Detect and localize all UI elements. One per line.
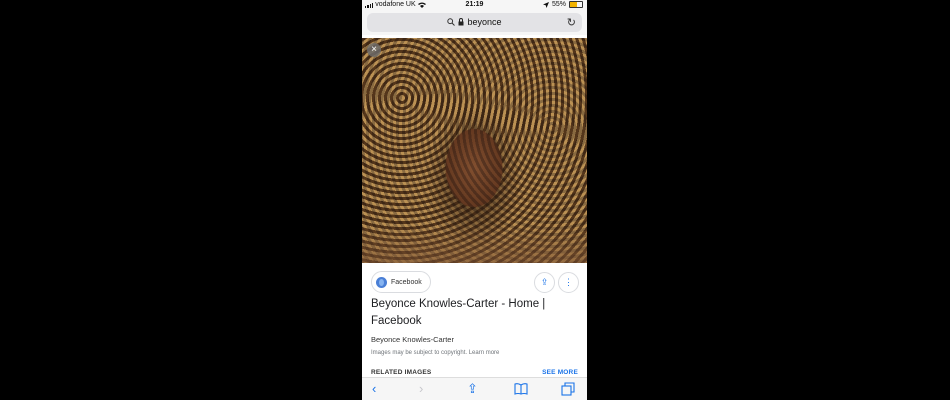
browser-toolbar: ‹ › ⇪ [362,377,587,400]
status-right: 55% [542,1,583,8]
share-button[interactable]: ⇪ [534,272,555,293]
battery-percent: 55% [551,1,566,8]
related-images-heading: RELATED IMAGES [371,369,432,376]
back-icon[interactable]: ‹ [372,382,376,395]
bookmarks-icon[interactable] [514,383,528,395]
more-icon: ⋮ [564,277,573,287]
tabs-icon[interactable] [561,382,575,396]
more-options-button[interactable]: ⋮ [558,272,579,293]
see-more-link[interactable]: SEE MORE [542,369,578,376]
address-bar-row: beyonce ↻ [362,11,587,35]
share-icon: ⇪ [540,277,549,287]
address-bar-content: beyonce [367,17,582,27]
result-subtitle: Beyonce Knowles-Carter [371,335,454,344]
globe-icon [376,276,387,288]
location-icon [542,1,549,8]
close-icon[interactable]: × [367,43,381,57]
reload-icon[interactable]: ↻ [567,16,576,29]
result-title[interactable]: Beyonce Knowles-Carter - Home | Facebook [371,296,571,330]
search-icon [447,18,456,26]
source-chip[interactable]: Facebook [371,271,431,293]
forward-icon[interactable]: › [419,382,423,395]
status-bar: vodafone UK 21:19 55% [362,0,587,11]
phone-screen: vodafone UK 21:19 55% beyonce ↻ × Facebo… [362,0,587,400]
address-bar[interactable]: beyonce ↻ [367,13,582,32]
image-shadow [362,223,587,263]
source-label: Facebook [391,278,422,286]
copyright-notice[interactable]: Images may be subject to copyright. Lear… [371,350,499,356]
url-text: beyonce [467,17,502,27]
lock-icon [458,18,464,26]
result-image[interactable]: × [362,38,587,263]
share-toolbar-icon[interactable]: ⇪ [467,382,478,395]
battery-icon [569,1,583,8]
